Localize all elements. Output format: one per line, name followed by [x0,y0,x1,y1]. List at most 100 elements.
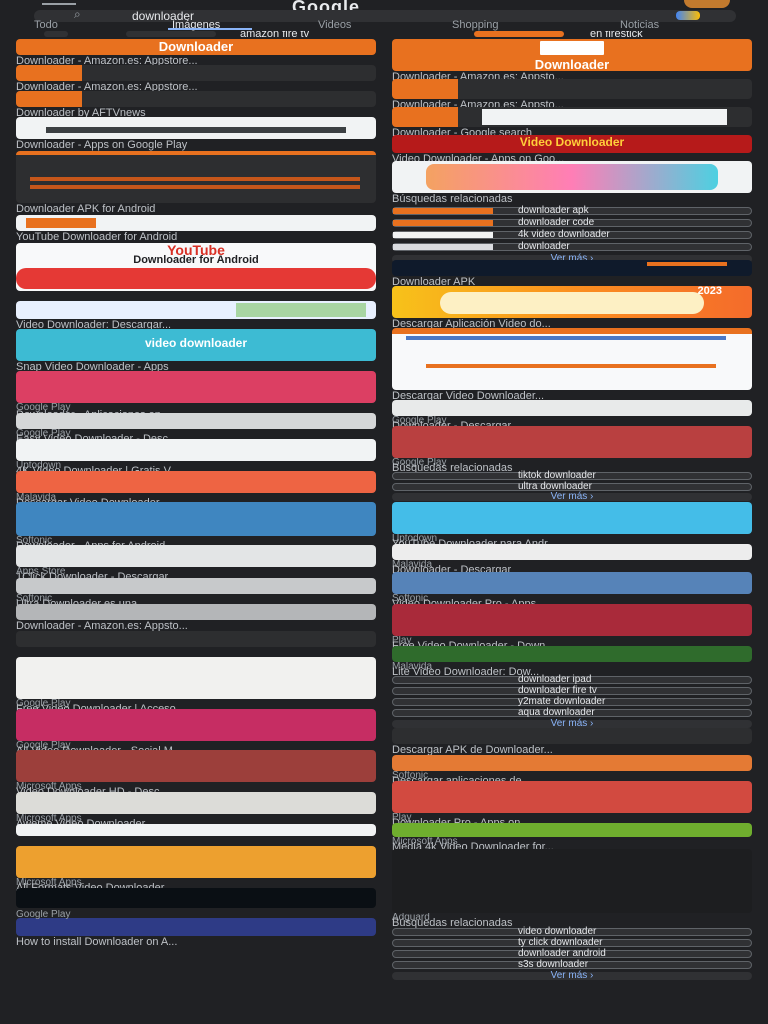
image-result[interactable] [392,755,752,771]
image-result[interactable] [392,426,752,458]
related-search-item[interactable]: downloader [392,241,752,252]
menu-icon[interactable] [42,3,76,5]
image-result[interactable] [392,260,752,276]
tab-news[interactable]: Noticias [620,20,659,31]
image-result[interactable] [392,544,752,560]
downloader-thumbnail [392,107,458,127]
related-search-item[interactable]: aqua downloader [392,707,752,718]
link-line [30,185,360,189]
related-heading: Búsquedas relacionadas [392,193,513,205]
image-result[interactable] [16,604,376,620]
image-result[interactable] [16,471,376,493]
chip-filter-button[interactable] [44,31,68,37]
related-search-item[interactable]: ultra downloader [392,482,752,492]
image-result[interactable] [392,604,752,636]
thumb-block [26,218,96,228]
image-result[interactable] [392,400,752,416]
image-result[interactable] [16,91,376,107]
image-result[interactable] [392,502,752,534]
image-result[interactable]: 2023 [392,286,752,318]
chip-thumb[interactable] [126,31,216,37]
image-result[interactable] [16,792,376,814]
google-lens-icon[interactable] [676,11,700,20]
image-result[interactable] [16,657,376,699]
related-search-label: downloader apk [518,205,589,216]
download-arrow-icon [440,292,704,314]
related-search-label: video downloader [518,926,597,937]
image-result[interactable]: Downloader [16,39,376,55]
image-result[interactable] [16,151,376,203]
image-result[interactable] [16,413,376,429]
chip-amazon-fire-tv[interactable]: amazon fire tv [240,31,460,37]
image-result[interactable] [16,750,376,782]
image-result[interactable]: video downloader [16,329,376,361]
chip-en-firestick[interactable]: en firestick [590,31,768,37]
youtube-red-bar [16,268,376,289]
image-result[interactable] [16,709,376,741]
image-result[interactable] [392,572,752,594]
image-result[interactable]: Downloader [392,39,752,71]
related-search-item[interactable]: downloader ipad [392,675,752,685]
result-caption[interactable]: Downloader APK for Android [16,203,376,215]
image-result[interactable] [16,439,376,461]
related-search-label: aqua downloader [518,707,595,718]
image-result[interactable] [16,846,376,878]
related-search-item[interactable]: downloader apk [392,205,752,216]
image-result[interactable] [392,161,752,193]
tab-shopping[interactable]: Shopping [452,20,499,31]
result-caption[interactable]: Downloader - Apps on Google Play [16,139,376,151]
tab-videos[interactable]: Videos [318,20,351,31]
show-more-button[interactable]: Ver más › [392,719,752,729]
active-tab-indicator [168,28,252,30]
downloader-thumbnail [16,65,82,81]
download-arrow-icon [540,41,604,55]
related-search-item[interactable]: downloader code [392,218,752,228]
image-result[interactable] [16,65,376,81]
image-result[interactable] [16,215,376,231]
image-result[interactable]: Video Downloader [392,135,752,153]
image-result[interactable] [16,301,376,319]
result-title: Downloader [534,57,610,71]
image-result[interactable] [392,823,752,837]
image-result[interactable] [16,631,376,647]
related-thumb [393,232,493,238]
image-result[interactable] [16,502,376,536]
avatar[interactable] [684,0,730,8]
image-result[interactable] [392,328,752,390]
chip-thumb[interactable] [474,31,564,37]
related-search-item[interactable]: video downloader [392,926,752,937]
show-more-button[interactable]: Ver más › [392,971,752,981]
downloader-thumbnail [392,79,458,99]
related-search-item[interactable]: y2mate downloader [392,697,752,707]
result-caption[interactable]: How to install Downloader on A... [16,936,376,948]
link-line [30,177,360,181]
image-result[interactable] [392,646,752,662]
related-search-item[interactable]: s3s downloader [392,960,752,970]
image-result[interactable] [16,117,376,139]
image-result[interactable] [392,781,752,813]
related-search-item[interactable]: 4k video downloader [392,230,752,240]
related-search-item[interactable]: tiktok downloader [392,471,752,481]
related-search-item[interactable]: downloader android [392,949,752,959]
image-result[interactable] [16,371,376,403]
tab-all[interactable]: Todo [34,20,58,31]
related-search-item[interactable]: ty click downloader [392,937,752,948]
image-result[interactable] [16,918,376,936]
image-result[interactable] [392,107,752,127]
image-result[interactable] [392,849,752,913]
image-result[interactable] [392,728,752,744]
show-more-button[interactable]: Ver más › [392,492,752,502]
related-search-item[interactable]: downloader fire tv [392,685,752,696]
related-search-label: ty click downloader [518,937,603,948]
image-result[interactable] [16,545,376,567]
image-result[interactable] [16,578,376,594]
search-icon[interactable]: ⌕ [74,8,81,20]
image-result[interactable] [16,888,376,908]
result-source: Google Play [16,910,71,920]
related-search-label: downloader [518,241,570,252]
image-result[interactable] [16,824,376,836]
result-caption[interactable]: YouTube Downloader for Android [16,231,376,243]
image-result[interactable]: YouTube Downloader for Android [16,243,376,291]
image-result[interactable] [392,79,752,99]
related-search-label: downloader fire tv [518,685,597,696]
